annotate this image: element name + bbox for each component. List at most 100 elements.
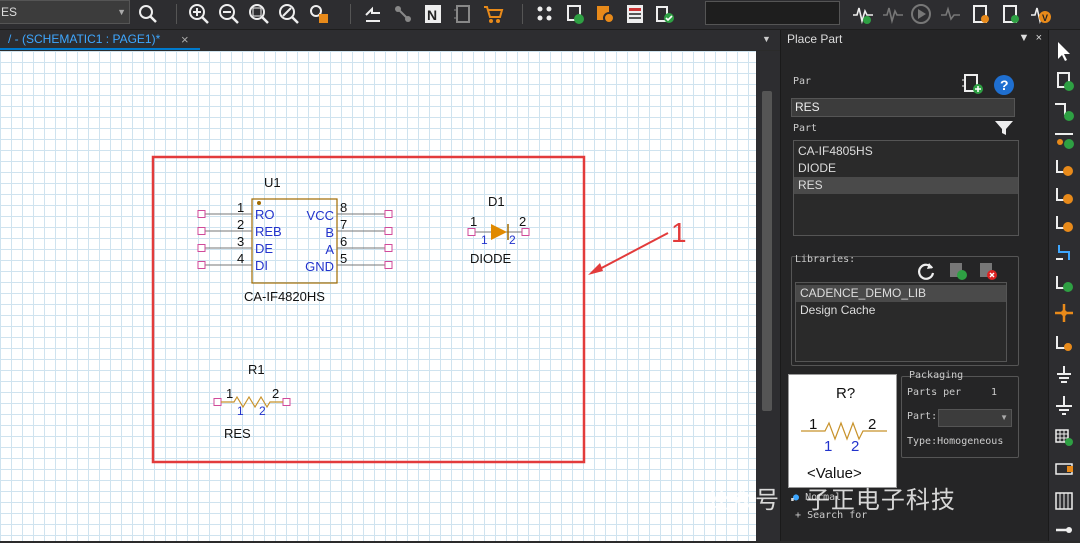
draw-toolbar [1048, 30, 1080, 541]
pin-end[interactable] [197, 261, 206, 269]
table-icon[interactable] [1053, 426, 1075, 448]
marker-icon[interactable] [970, 3, 992, 25]
zoom-out-icon[interactable] [218, 3, 240, 25]
preview-refdes: R? [836, 385, 855, 402]
list-item[interactable]: Design Cache [796, 302, 1006, 319]
pin-end[interactable] [213, 398, 222, 406]
bom-icon[interactable] [624, 3, 646, 25]
list-item-selected[interactable]: RES [794, 177, 1018, 194]
add-library-icon[interactable] [961, 72, 985, 96]
offpage-icon[interactable] [1053, 184, 1075, 206]
properties-icon[interactable] [308, 3, 330, 25]
part-list-label: Part [793, 123, 818, 134]
netlist-icon[interactable] [392, 3, 414, 25]
preview-pin-name: 2 [851, 438, 859, 455]
schematic-canvas[interactable]: U1 1 2 3 4 RO REB DE DI 8 7 6 5 VCC B A … [0, 51, 756, 541]
pin-end[interactable] [197, 227, 206, 235]
pin-end[interactable] [384, 244, 393, 252]
search-icon[interactable] [137, 3, 159, 25]
separator [350, 4, 351, 24]
play-icon[interactable] [910, 3, 932, 25]
filter-icon[interactable] [993, 118, 1015, 138]
notes-icon[interactable]: N [422, 3, 444, 25]
scroll-thumb[interactable] [762, 91, 772, 411]
parts-per-label: Parts per [907, 387, 962, 398]
pin-number: 4 [237, 251, 244, 266]
part-search-input[interactable]: RES [791, 98, 1015, 117]
ground-icon[interactable] [1053, 394, 1075, 416]
component-u1[interactable]: U1 1 2 3 4 RO REB DE DI 8 7 6 5 VCC B A … [197, 175, 393, 304]
component-r1[interactable]: R1 1 2 1 2 RES [213, 362, 291, 441]
u1-refdes: U1 [264, 175, 281, 190]
rectangle-icon[interactable] [1053, 458, 1075, 480]
pin-icon[interactable] [1053, 332, 1075, 354]
type-value: Homogeneous [937, 436, 1004, 447]
component-d1[interactable]: D1 1 2 1 2 DIODE [467, 194, 530, 266]
net-alias-icon[interactable] [1053, 156, 1075, 178]
pin-end[interactable] [384, 210, 393, 218]
check-icon[interactable] [654, 3, 676, 25]
refresh-icon[interactable] [915, 260, 937, 282]
close-icon[interactable]: × [181, 32, 189, 47]
chevron-down-icon[interactable]: ▼ [1019, 32, 1030, 44]
wave-icon[interactable] [882, 3, 904, 25]
d1-value: DIODE [470, 251, 512, 266]
library-icon[interactable] [564, 3, 586, 25]
junction-icon[interactable] [1053, 272, 1075, 294]
bus-icon[interactable] [1053, 128, 1075, 150]
canvas-scrollbar[interactable] [756, 51, 780, 541]
pin-end[interactable] [197, 244, 206, 252]
r1-refdes: R1 [248, 362, 265, 377]
pin-end[interactable] [384, 261, 393, 269]
voltage-marker-icon[interactable]: V [1030, 3, 1052, 25]
add-library-icon[interactable] [947, 260, 969, 282]
pin-name: REB [255, 224, 282, 239]
part-unit-select[interactable]: ▼ [938, 409, 1012, 427]
port-icon[interactable] [1053, 212, 1075, 234]
d1-refdes: D1 [488, 194, 505, 209]
probe-icon[interactable] [940, 3, 962, 25]
pin-number: 6 [340, 234, 347, 249]
panel-controls: ▼ × [1019, 32, 1042, 44]
no-connect-icon[interactable] [1053, 302, 1075, 324]
power-icon[interactable] [1053, 364, 1075, 386]
place-part-icon[interactable] [1053, 70, 1075, 92]
list-item-selected[interactable]: CADENCE_DEMO_LIB [796, 285, 1006, 302]
pin-end[interactable] [282, 398, 291, 406]
select-arrow-icon[interactable] [1053, 40, 1075, 62]
pin-end[interactable] [521, 228, 530, 236]
shopping-cart-icon[interactable] [482, 3, 504, 25]
pin-end[interactable] [384, 227, 393, 235]
close-icon[interactable]: × [1036, 32, 1042, 44]
list-item[interactable]: CA-IF4805HS [794, 143, 1018, 160]
wave-add-icon[interactable] [852, 3, 874, 25]
tab-schematic1-page1[interactable]: / - (SCHEMATIC1 : PAGE1)* [0, 30, 200, 50]
net-group-icon[interactable] [1053, 242, 1075, 264]
preview-pin-name: 1 [824, 438, 832, 455]
part-list[interactable]: CA-IF4805HS DIODE RES [793, 140, 1019, 236]
u1-right-pins: 8 7 6 5 VCC B A GND [305, 200, 393, 274]
grid-dots-icon[interactable] [1053, 490, 1075, 512]
remove-library-icon[interactable] [977, 260, 999, 282]
pin-end[interactable] [467, 228, 476, 236]
current-marker-icon[interactable] [1000, 3, 1022, 25]
library-list[interactable]: CADENCE_DEMO_LIB Design Cache [795, 282, 1007, 362]
export-icon[interactable] [594, 3, 616, 25]
zoom-in-icon[interactable] [188, 3, 210, 25]
wire-icon[interactable] [1053, 100, 1075, 122]
u1-left-pins: 1 2 3 4 RO REB DE DI [197, 200, 282, 273]
part-combo[interactable]: ES ▼ [0, 0, 130, 24]
pin-end[interactable] [197, 210, 206, 218]
u1-pin1-dot [257, 201, 261, 205]
chevron-down-icon[interactable]: ▼ [762, 34, 771, 44]
grid-icon[interactable] [534, 3, 556, 25]
help-icon[interactable]: ? [993, 74, 1015, 96]
part-icon[interactable] [452, 3, 474, 25]
zoom-fit-icon[interactable] [248, 3, 270, 25]
list-item[interactable]: DIODE [794, 160, 1018, 177]
refresh-icon[interactable] [362, 3, 384, 25]
line-icon[interactable] [1053, 516, 1075, 538]
zoom-area-icon[interactable] [278, 3, 300, 25]
profile-combo[interactable] [705, 1, 840, 25]
preview-pin-number: 2 [868, 416, 876, 433]
